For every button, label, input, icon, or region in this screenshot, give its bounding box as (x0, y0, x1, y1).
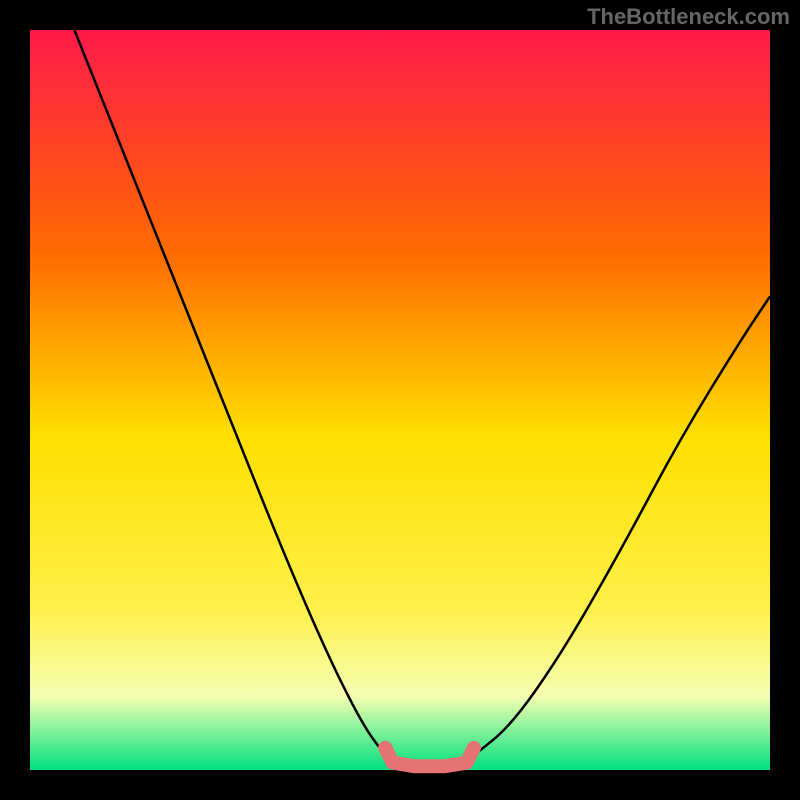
watermark-text: TheBottleneck.com (587, 4, 790, 30)
chart-svg (0, 0, 800, 800)
valley-dot (378, 741, 392, 755)
plot-background (30, 30, 770, 770)
bottleneck-chart: TheBottleneck.com (0, 0, 800, 800)
